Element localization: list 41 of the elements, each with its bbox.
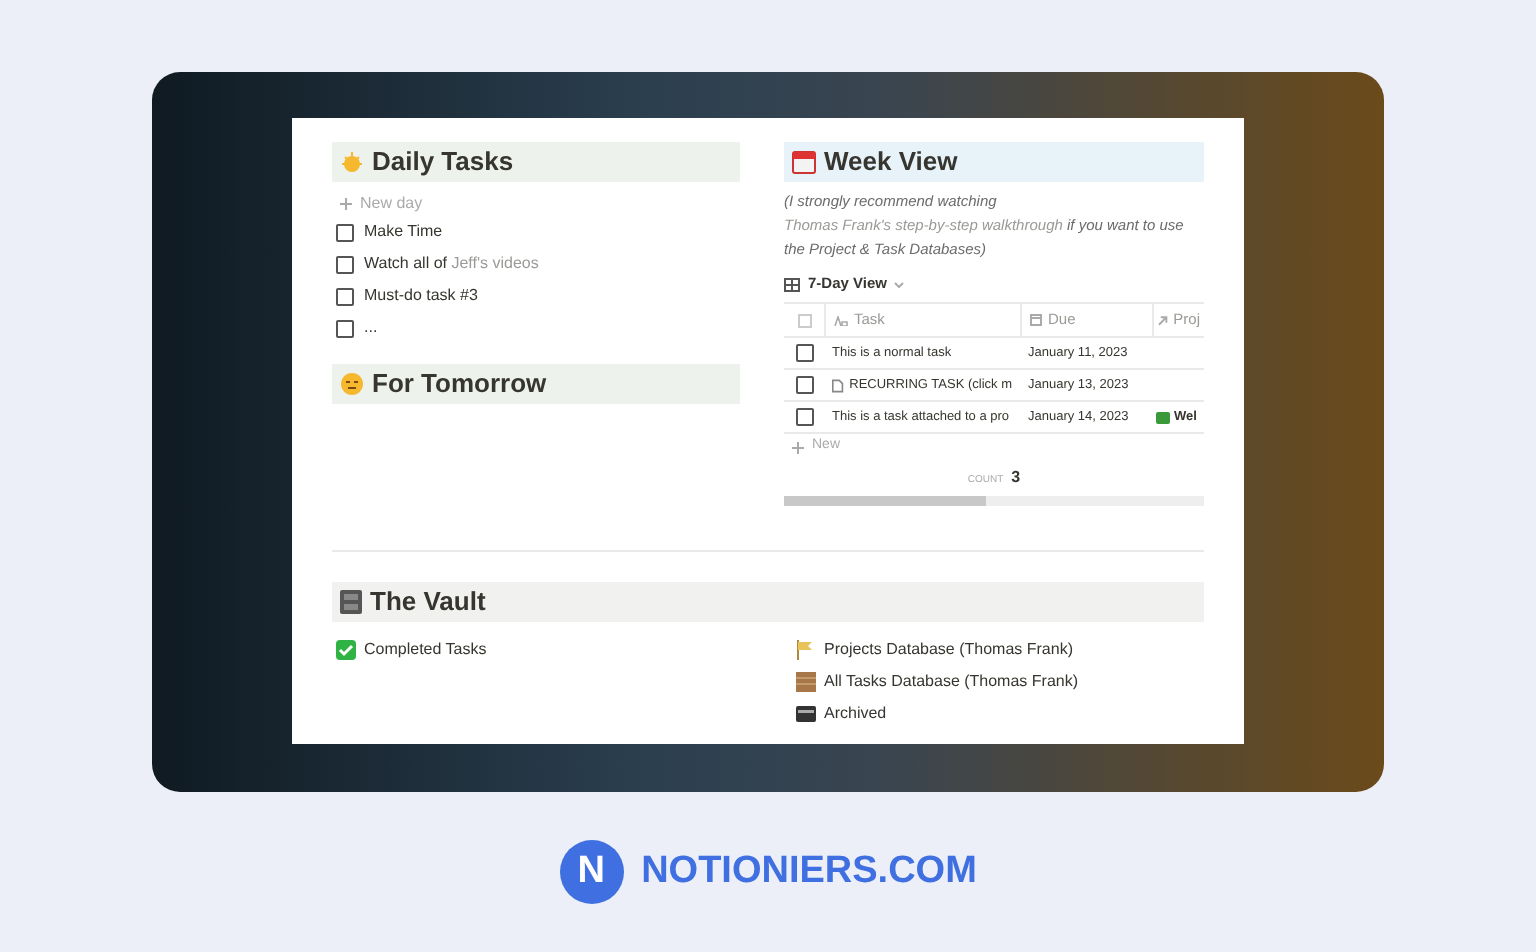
face-icon [340, 372, 364, 396]
checkbox[interactable] [795, 376, 813, 394]
calendar-icon [792, 150, 816, 174]
page-link[interactable]: Completed Tasks [364, 638, 487, 662]
section-title: For Tomorrow [372, 366, 547, 403]
cabinet-icon [340, 590, 362, 614]
count-value: 3 [1011, 466, 1021, 490]
checkbox[interactable] [336, 255, 354, 273]
page-link[interactable]: All Tasks Database (Thomas Frank) [824, 670, 1079, 694]
table-icon [784, 277, 800, 291]
flag-icon [796, 640, 816, 660]
plus-icon [340, 198, 352, 210]
plus-icon [792, 441, 804, 453]
section-title: Daily Tasks [372, 144, 514, 181]
arrow-icon [1158, 315, 1168, 325]
task-text: Watch all of Jeff's videos [364, 252, 539, 276]
book-icon [796, 672, 816, 692]
text-type-icon [834, 315, 848, 325]
checkbox[interactable] [795, 408, 813, 426]
box-icon [796, 704, 816, 724]
checkbox[interactable] [336, 319, 354, 337]
page-link[interactable]: Projects Database (Thomas Frank) [824, 638, 1073, 662]
project-icon [1156, 411, 1170, 423]
brand-logo: N [559, 840, 624, 904]
chevron-icon [894, 281, 905, 287]
calendar-icon [1030, 314, 1042, 326]
task-text: Make Time [364, 220, 443, 244]
checkbox[interactable] [336, 287, 354, 305]
brand-name: NOTIONIERS.COM [641, 847, 977, 896]
section-title: Week View [824, 144, 958, 181]
check-icon [336, 640, 356, 660]
checkbox[interactable] [795, 344, 813, 362]
page-link[interactable]: Archived [824, 702, 887, 726]
task-text: Must-do task #3 [364, 284, 478, 308]
scrollbar-thumb[interactable] [784, 496, 986, 506]
checkbox[interactable] [336, 223, 354, 241]
sun-icon [340, 150, 364, 174]
section-title: The Vault [370, 584, 486, 621]
page-icon [832, 377, 844, 393]
checkbox-column-icon [797, 313, 811, 327]
task-text: ... [364, 316, 378, 340]
